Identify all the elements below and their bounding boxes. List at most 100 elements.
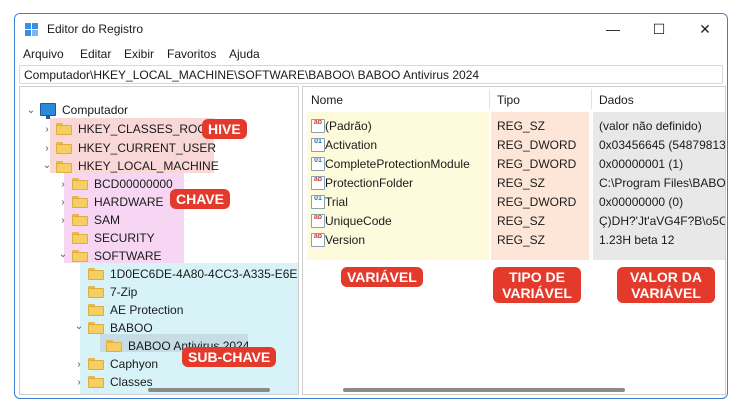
column-divider[interactable]: [591, 89, 592, 109]
values-pane[interactable]: Nome Tipo Dados ab (Padrão) REG_SZ (valor n…: [302, 86, 726, 395]
column-divider[interactable]: [489, 89, 490, 109]
chevron-right-icon[interactable]: ›: [74, 359, 84, 370]
value-name: Activation: [325, 138, 378, 152]
table-row[interactable]: 01 Trial REG_DWORD 0x00000000 (0): [307, 193, 725, 212]
chevron-down-icon[interactable]: ⌄: [74, 321, 84, 332]
tree-horizontal-scrollbar[interactable]: [148, 388, 270, 392]
menu-exibir[interactable]: Exibir: [124, 47, 154, 61]
tree-node-hkcr[interactable]: HKEY_CLASSES_ROOT: [78, 122, 214, 136]
window-title: Editor do Registro: [47, 22, 144, 36]
string-value-icon: ab: [311, 176, 325, 190]
table-row[interactable]: ab ProtectionFolder REG_SZ C:\Program Files…: [307, 174, 726, 193]
valor-badge: VALOR DA VARIÁVEL: [617, 267, 715, 303]
folder-icon: [88, 286, 104, 298]
computer-icon: [40, 103, 56, 119]
tree-node-7zip[interactable]: 7-Zip: [110, 285, 137, 299]
minimize-button[interactable]: —: [590, 14, 636, 44]
folder-icon: [72, 232, 88, 244]
value-name: ProtectionFolder: [325, 176, 414, 190]
folder-icon: [56, 142, 72, 154]
chevron-right-icon[interactable]: ›: [58, 197, 68, 208]
tree-node-ae-protection[interactable]: AE Protection: [110, 303, 183, 317]
tree-node-hklm[interactable]: HKEY_LOCAL_MACHINE: [78, 159, 219, 173]
tree-node-bcd[interactable]: BCD00000000: [94, 177, 173, 191]
table-row[interactable]: ab UniqueCode REG_SZ Ç)DH?'Jt'aVG4F?B\o5C)s: [307, 212, 726, 231]
table-row[interactable]: 01 CompleteProtectionModule REG_DWORD 0x000…: [307, 155, 725, 174]
string-value-icon: ab: [311, 214, 325, 228]
binary-value-icon: 01: [311, 138, 325, 152]
tree-node-baboo[interactable]: BABOO: [110, 321, 153, 335]
value-data: C:\Program Files\BABOO: [599, 176, 726, 190]
tree-pane[interactable]: ⌄ Computador › HKEY_CLASSES_ROOT › HKEY_…: [19, 86, 299, 395]
chevron-right-icon[interactable]: ›: [58, 179, 68, 190]
menu-ajuda[interactable]: Ajuda: [229, 47, 260, 61]
tree-node-sam[interactable]: SAM: [94, 213, 120, 227]
value-name: Version: [325, 233, 366, 247]
values-horizontal-scrollbar[interactable]: [343, 388, 625, 392]
string-value-icon: ab: [311, 233, 325, 247]
menu-favoritos[interactable]: Favoritos: [167, 47, 216, 61]
chevron-down-icon[interactable]: ⌄: [42, 160, 52, 171]
chave-badge: CHAVE: [170, 189, 230, 209]
value-name: (Padrão): [325, 119, 372, 133]
column-header-type[interactable]: Tipo: [497, 93, 520, 107]
value-name: CompleteProtectionModule: [325, 157, 470, 171]
binary-value-icon: 01: [311, 157, 325, 171]
chevron-right-icon[interactable]: ›: [42, 124, 52, 135]
value-name: Trial: [325, 195, 348, 209]
folder-icon: [88, 376, 104, 388]
tree-root-computador[interactable]: Computador: [62, 103, 128, 117]
registry-editor-window: Editor do Registro — ☐ ✕ Arquivo Editar …: [14, 13, 728, 399]
folder-icon: [56, 123, 72, 135]
chevron-down-icon[interactable]: ⌄: [58, 249, 68, 260]
menu-bar: Arquivo Editar Exibir Favoritos Ajuda: [15, 44, 727, 64]
value-name: UniqueCode: [325, 214, 392, 228]
menu-editar[interactable]: Editar: [80, 47, 111, 61]
title-bar: Editor do Registro — ☐ ✕: [15, 14, 727, 44]
folder-icon: [88, 268, 104, 280]
value-type: REG_DWORD: [497, 157, 577, 171]
tree-node-hardware[interactable]: HARDWARE: [94, 195, 164, 209]
variavel-badge: VARIÁVEL: [341, 267, 423, 287]
folder-icon: [72, 196, 88, 208]
value-data: 0x00000001 (1): [599, 157, 684, 171]
tree-node-guid[interactable]: 1D0EC6DE-4A80-4CC3-A335-E6E: [110, 267, 297, 281]
tree-node-software[interactable]: SOFTWARE: [94, 249, 162, 263]
address-bar[interactable]: Computador\HKEY_LOCAL_MACHINE\SOFTWARE\B…: [19, 65, 723, 84]
value-type: REG_SZ: [497, 233, 546, 247]
table-row[interactable]: 01 Activation REG_DWORD 0x03456645 (5487981…: [307, 136, 725, 155]
folder-icon: [88, 358, 104, 370]
chevron-right-icon[interactable]: ›: [58, 215, 68, 226]
column-header-data[interactable]: Dados: [599, 93, 634, 107]
tree-node-caphyon[interactable]: Caphyon: [110, 357, 158, 371]
value-type: REG_SZ: [497, 214, 546, 228]
value-type: REG_SZ: [497, 119, 546, 133]
tree-node-classes[interactable]: Classes: [110, 375, 153, 389]
value-data: Ç)DH?'Jt'aVG4F?B\o5C)s: [599, 214, 726, 228]
tree-node-security[interactable]: SECURITY: [94, 231, 155, 245]
folder-icon: [88, 304, 104, 316]
folder-icon: [56, 161, 72, 173]
folder-icon: [106, 340, 122, 352]
folder-icon: [72, 178, 88, 190]
hive-badge: HIVE: [202, 119, 247, 139]
tree-node-hkcu[interactable]: HKEY_CURRENT_USER: [78, 141, 216, 155]
tipo-badge: TIPO DE VARIÁVEL: [493, 267, 581, 303]
value-data: (valor não definido): [599, 119, 702, 133]
value-type: REG_DWORD: [497, 195, 577, 209]
maximize-button[interactable]: ☐: [636, 14, 682, 44]
folder-icon: [72, 250, 88, 262]
value-type: REG_DWORD: [497, 138, 577, 152]
menu-arquivo[interactable]: Arquivo: [23, 47, 64, 61]
table-row[interactable]: ab (Padrão) REG_SZ (valor não definido): [307, 117, 725, 136]
registry-app-icon: [25, 23, 38, 36]
chevron-right-icon[interactable]: ›: [42, 143, 52, 154]
value-data: 0x00000000 (0): [599, 195, 684, 209]
subchave-badge: SUB-CHAVE: [182, 347, 277, 367]
table-row[interactable]: ab Version REG_SZ 1.23H beta 12: [307, 231, 725, 250]
close-button[interactable]: ✕: [682, 14, 727, 44]
folder-icon: [72, 214, 88, 226]
chevron-right-icon[interactable]: ›: [74, 377, 84, 388]
column-header-name[interactable]: Nome: [311, 93, 343, 107]
chevron-down-icon[interactable]: ⌄: [26, 105, 36, 116]
